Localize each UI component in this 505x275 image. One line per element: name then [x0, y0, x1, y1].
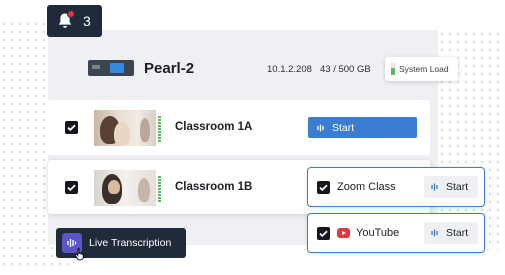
device-ip: 10.1.2.208 [267, 64, 312, 75]
broadcast-icon [431, 229, 438, 237]
notification-badge[interactable]: 3 [47, 5, 102, 37]
audio-level-meter [158, 116, 161, 142]
start-button-label: Start [446, 227, 469, 239]
start-button[interactable]: Start [308, 117, 417, 138]
system-load-meter [391, 63, 395, 75]
start-button-label: Start [332, 121, 355, 134]
destination-checkbox[interactable] [317, 181, 330, 194]
destination-name: Zoom Class [337, 181, 396, 193]
hand-cursor-icon [75, 247, 84, 261]
bell-icon [57, 10, 75, 30]
system-load-label: System Load [399, 64, 449, 74]
channel-name: Classroom 1B [175, 181, 253, 193]
channel-name: Classroom 1A [175, 121, 253, 133]
broadcast-icon [317, 124, 324, 131]
destination-name: YouTube [356, 227, 400, 239]
channel-thumbnail [94, 170, 156, 206]
system-load-widget[interactable]: System Load [385, 57, 458, 81]
channel-checkbox[interactable] [65, 121, 78, 134]
device-storage: 43 / 500 GB [320, 64, 371, 75]
channel-checkbox[interactable] [65, 181, 78, 194]
destination-card: Zoom Class Start [307, 167, 485, 207]
destination-checkbox[interactable] [317, 227, 330, 240]
broadcast-icon [431, 183, 438, 191]
notification-count: 3 [83, 13, 91, 29]
device-header: Pearl-2 [88, 55, 194, 81]
start-button[interactable]: Start [424, 222, 478, 244]
start-button-label: Start [446, 181, 469, 193]
notification-dot [67, 10, 75, 18]
device-name: Pearl-2 [144, 59, 195, 77]
live-transcription-label: Live Transcription [89, 237, 172, 249]
destination-card: YouTube Start [307, 213, 485, 253]
start-button[interactable]: Start [424, 176, 478, 198]
youtube-icon [337, 228, 350, 238]
channel-thumbnail [94, 110, 156, 146]
device-image [88, 57, 134, 79]
system-load-meter-fill [391, 68, 395, 75]
audio-level-meter [158, 176, 161, 202]
